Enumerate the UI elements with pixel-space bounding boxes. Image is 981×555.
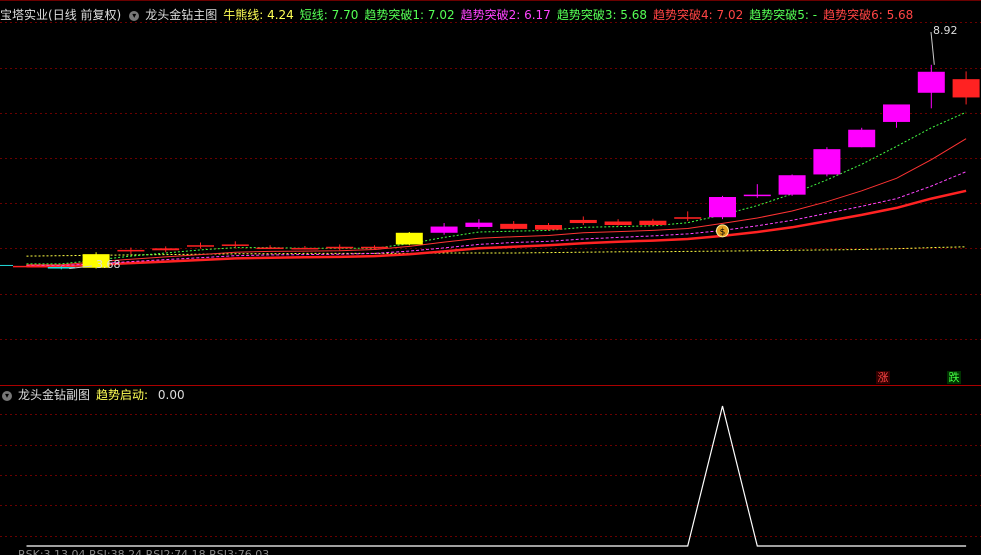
candle-body-20 — [709, 197, 736, 218]
candle-body-15 — [535, 225, 562, 230]
candle-body-14 — [500, 223, 528, 229]
bottom-indicator-text: RSK:3.13.04 RSI:38.24 RSI2:74.18 RSI3:76… — [18, 549, 269, 555]
candle-body-4 — [152, 248, 180, 251]
candle-body-17 — [604, 221, 632, 225]
candle-body-27 — [952, 79, 980, 98]
candle-body-13 — [465, 222, 493, 227]
candle-body-25 — [883, 104, 910, 122]
candle-body-22 — [778, 175, 806, 195]
candle-body-12 — [430, 226, 458, 233]
candle-body-7 — [256, 247, 284, 250]
candle-body-3 — [117, 249, 145, 252]
ma-line-4 — [26, 111, 967, 265]
candle-body-26 — [917, 71, 945, 93]
ma-line-2 — [26, 171, 967, 266]
candle-body-23 — [813, 149, 841, 175]
candle-body-5 — [187, 245, 214, 247]
high-price-label: 8.92 — [933, 24, 958, 37]
money-bag-glyph: $ — [720, 227, 726, 237]
low-price-label: 3.68 — [96, 258, 121, 271]
candle-body-9 — [326, 246, 354, 249]
main-chart[interactable]: $ — [0, 0, 981, 385]
rise-badge[interactable]: 涨 — [876, 371, 890, 384]
fall-badge[interactable]: 跌 — [947, 371, 961, 384]
candle-body-24 — [848, 129, 876, 148]
candle-body-18 — [639, 220, 667, 225]
candle-body-8 — [291, 247, 319, 250]
candle-body-10 — [361, 246, 388, 249]
candle-body-16 — [569, 219, 597, 224]
candle-body-21 — [743, 194, 771, 197]
sub-chart[interactable] — [0, 386, 981, 550]
candle-body-11 — [395, 232, 423, 245]
candle-body-19 — [674, 217, 702, 219]
candle-body-0 — [13, 265, 40, 268]
candle-body-6 — [221, 244, 249, 246]
